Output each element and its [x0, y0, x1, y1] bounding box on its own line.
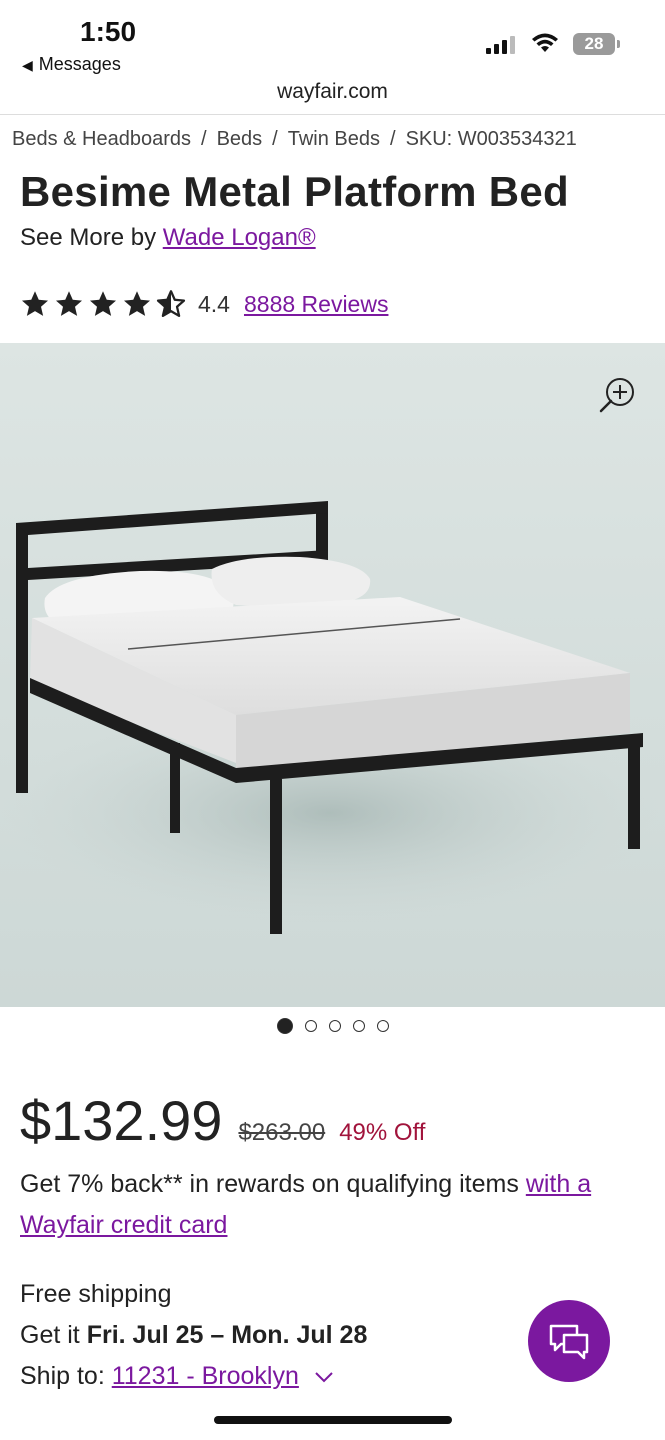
breadcrumb-beds[interactable]: Beds	[217, 128, 263, 150]
zoom-in-icon[interactable]	[597, 375, 637, 415]
breadcrumb-separator: /	[390, 128, 396, 150]
rewards-text: Get 7% back** in rewards on qualifying i…	[20, 1164, 650, 1246]
rewards-copy: Get 7% back** in rewards on qualifying i…	[20, 1170, 519, 1198]
discount-badge: 49% Off	[339, 1119, 426, 1146]
star-full-icon	[22, 291, 48, 316]
rating-row[interactable]: 4.4 8888 Reviews	[20, 286, 388, 322]
back-app-label: Messages	[38, 54, 121, 74]
delivery-range: Fri. Jul 25 – Mon. Jul 28	[86, 1321, 368, 1349]
carousel-indicator	[0, 1018, 665, 1034]
cellular-signal-icon	[486, 34, 520, 54]
star-half-icon	[156, 290, 186, 317]
back-to-app-button[interactable]: ◀ Messages	[22, 54, 121, 75]
back-triangle-icon: ◀	[22, 57, 33, 73]
ship-to-location-link[interactable]: 11231 - Brooklyn	[112, 1362, 299, 1390]
breadcrumb-beds-headboards[interactable]: Beds & Headboards	[12, 128, 191, 150]
breadcrumb-separator: /	[272, 128, 278, 150]
reviews-link[interactable]: 8888 Reviews	[244, 291, 388, 318]
breadcrumb-twin-beds[interactable]: Twin Beds	[288, 128, 380, 150]
star-rating	[20, 289, 186, 319]
address-bar[interactable]: wayfair.com	[0, 80, 665, 104]
battery-tip	[617, 40, 620, 48]
see-more-prefix: See More by	[20, 224, 157, 251]
chevron-down-icon[interactable]	[314, 1370, 334, 1384]
delivery-prefix: Get it	[20, 1321, 80, 1349]
carousel-dot[interactable]	[328, 1020, 341, 1032]
brand-link[interactable]: Wade Logan®	[163, 224, 316, 251]
breadcrumb-sku: SKU: W003534321	[405, 128, 577, 150]
breadcrumb: Beds & Headboards / Beds / Twin Beds / SKU: W0…	[12, 128, 577, 151]
breadcrumb-separator: /	[201, 128, 207, 150]
product-title: Besime Metal Platform Bed	[20, 168, 569, 215]
shipping-info: Free shipping Get it Fri. Jul 25 – Mon. …	[20, 1274, 367, 1397]
bed-illustration	[0, 501, 660, 934]
carousel-dot[interactable]	[276, 1018, 293, 1034]
chat-icon	[549, 1324, 589, 1360]
home-indicator	[214, 1416, 452, 1424]
address-divider	[0, 114, 665, 115]
status-bar: 1:50 ◀ Messages 28	[0, 0, 665, 84]
ship-to-row: Ship to: 11231 - Brooklyn	[20, 1356, 367, 1397]
carousel-dot[interactable]	[376, 1020, 389, 1032]
price-row: $132.99 $263.00 49% Off	[20, 1088, 425, 1153]
carousel-dot[interactable]	[352, 1020, 365, 1032]
rating-value: 4.4	[198, 290, 230, 317]
product-image[interactable]	[0, 343, 665, 1007]
see-more-line: See More by Wade Logan®	[20, 224, 316, 252]
star-full-icon	[124, 291, 150, 316]
free-shipping-label: Free shipping	[20, 1280, 172, 1308]
carousel-dot[interactable]	[304, 1020, 317, 1032]
chat-button[interactable]	[528, 1300, 610, 1382]
delivery-estimate: Get it Fri. Jul 25 – Mon. Jul 28	[20, 1315, 367, 1356]
original-price: $263.00	[238, 1119, 326, 1146]
wifi-icon	[532, 33, 558, 52]
battery-icon: 28	[573, 33, 615, 55]
ship-to-prefix: Ship to:	[20, 1362, 105, 1390]
star-full-icon	[56, 291, 82, 316]
sale-price: $132.99	[20, 1089, 223, 1152]
status-time: 1:50	[80, 16, 137, 47]
star-full-icon	[90, 291, 116, 316]
